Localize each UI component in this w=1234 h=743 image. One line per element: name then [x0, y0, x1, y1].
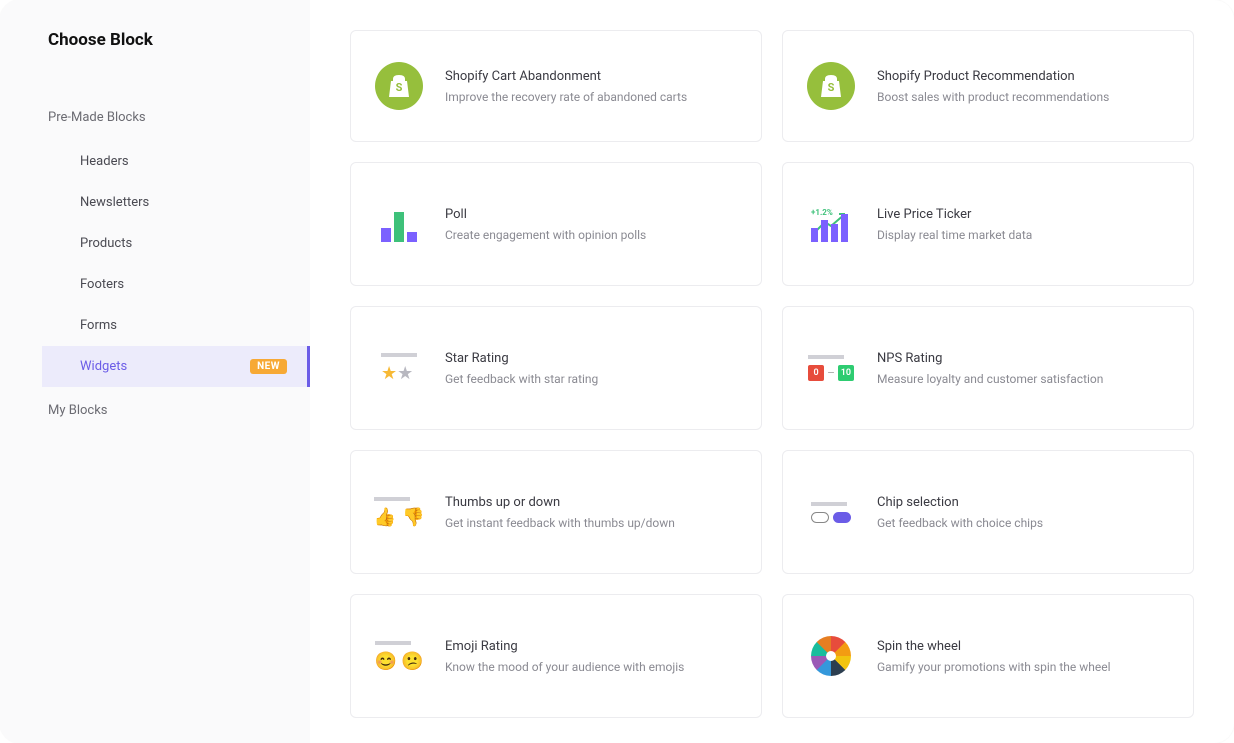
shopify-icon: S: [375, 62, 423, 110]
svg-text:S: S: [396, 81, 403, 94]
card-text: Thumbs up or down Get instant feedback w…: [445, 495, 737, 530]
card-desc: Gamify your promotions with spin the whe…: [877, 660, 1169, 674]
sidebar-item-products[interactable]: Products: [0, 223, 310, 264]
sidebar-section-premade[interactable]: Pre-Made Blocks: [0, 100, 310, 135]
widget-card-poll[interactable]: Poll Create engagement with opinion poll…: [350, 162, 762, 286]
sidebar-item-forms[interactable]: Forms: [0, 305, 310, 346]
widget-card-shopify-rec[interactable]: S Shopify Product Recommendation Boost s…: [782, 30, 1194, 142]
thumbs-icon: 👍 👎: [375, 488, 423, 536]
chip-filled-icon: [833, 512, 851, 523]
card-text: Shopify Cart Abandonment Improve the rec…: [445, 69, 737, 104]
card-desc: Boost sales with product recommendations: [877, 90, 1169, 104]
card-title: Spin the wheel: [877, 639, 1169, 654]
main-content: S Shopify Cart Abandonment Improve the r…: [310, 0, 1234, 743]
nps-icon: 0 – 10: [807, 344, 855, 392]
card-text: NPS Rating Measure loyalty and customer …: [877, 351, 1169, 386]
card-text: Emoji Rating Know the mood of your audie…: [445, 639, 737, 674]
card-desc: Get feedback with choice chips: [877, 516, 1169, 530]
nps-low-box: 0: [808, 365, 824, 381]
spin-wheel-icon: [807, 632, 855, 680]
shopify-bag-icon: S: [819, 73, 843, 99]
sidebar-item-label: Footers: [80, 277, 124, 292]
sidebar-item-newsletters[interactable]: Newsletters: [0, 182, 310, 223]
emoji-sad-icon: 😕: [401, 651, 423, 672]
sidebar-items: Headers Newsletters Products Footers For…: [0, 141, 310, 387]
sidebar-item-widgets[interactable]: Widgets NEW: [42, 346, 310, 387]
widget-card-nps[interactable]: 0 – 10 NPS Rating Measure loyalty and cu…: [782, 306, 1194, 430]
card-desc: Get instant feedback with thumbs up/down: [445, 516, 737, 530]
nps-dash: –: [827, 366, 835, 380]
sidebar-section-myblocks[interactable]: My Blocks: [0, 393, 310, 428]
shopify-icon: S: [807, 62, 855, 110]
card-title: Poll: [445, 207, 737, 222]
sidebar-item-label: Headers: [80, 154, 129, 169]
sidebar-item-label: Forms: [80, 318, 117, 333]
sidebar-item-label: Newsletters: [80, 195, 149, 210]
card-desc: Create engagement with opinion polls: [445, 228, 737, 242]
widget-card-thumbs[interactable]: 👍 👎 Thumbs up or down Get instant feedba…: [350, 450, 762, 574]
thumbs-up-icon: 👍: [374, 507, 396, 528]
star-filled-icon: ★: [381, 363, 397, 384]
lines-icon: [374, 497, 410, 501]
svg-text:S: S: [828, 81, 835, 94]
card-desc: Measure loyalty and customer satisfactio…: [877, 372, 1169, 386]
badge-new: NEW: [250, 359, 287, 374]
sidebar-item-footers[interactable]: Footers: [0, 264, 310, 305]
sidebar-item-label: Products: [80, 236, 132, 251]
card-text: Live Price Ticker Display real time mark…: [877, 207, 1169, 242]
chip-icon: [807, 488, 855, 536]
lines-icon: [808, 355, 844, 359]
card-text: Chip selection Get feedback with choice …: [877, 495, 1169, 530]
card-title: Shopify Product Recommendation: [877, 69, 1169, 84]
lines-icon: [375, 641, 411, 645]
card-desc: Display real time market data: [877, 228, 1169, 242]
star-rating-icon: ★★: [375, 344, 423, 392]
emoji-rating-icon: 😊 😕: [375, 632, 423, 680]
card-desc: Know the mood of your audience with emoj…: [445, 660, 737, 674]
widget-card-ticker[interactable]: +1.2% Live Price Ticker Display real tim…: [782, 162, 1194, 286]
sidebar-title: Choose Block: [0, 30, 310, 50]
card-title: Emoji Rating: [445, 639, 737, 654]
card-text: Shopify Product Recommendation Boost sal…: [877, 69, 1169, 104]
card-title: Live Price Ticker: [877, 207, 1169, 222]
poll-icon: [375, 200, 423, 248]
widget-card-shopify-cart[interactable]: S Shopify Cart Abandonment Improve the r…: [350, 30, 762, 142]
widget-card-wheel[interactable]: Spin the wheel Gamify your promotions wi…: [782, 594, 1194, 718]
card-desc: Improve the recovery rate of abandoned c…: [445, 90, 737, 104]
card-desc: Get feedback with star rating: [445, 372, 737, 386]
card-text: Star Rating Get feedback with star ratin…: [445, 351, 737, 386]
star-empty-icon: ★: [397, 363, 413, 384]
sidebar: Choose Block Pre-Made Blocks Headers New…: [0, 0, 310, 743]
widget-card-emoji[interactable]: 😊 😕 Emoji Rating Know the mood of your a…: [350, 594, 762, 718]
sidebar-item-headers[interactable]: Headers: [0, 141, 310, 182]
lines-icon: [381, 353, 417, 357]
card-text: Poll Create engagement with opinion poll…: [445, 207, 737, 242]
card-title: Thumbs up or down: [445, 495, 737, 510]
lines-icon: [811, 502, 847, 506]
card-title: Star Rating: [445, 351, 737, 366]
emoji-happy-icon: 😊: [375, 651, 397, 672]
widget-grid: S Shopify Cart Abandonment Improve the r…: [350, 30, 1194, 718]
ticker-icon: +1.2%: [807, 200, 855, 248]
widget-card-star[interactable]: ★★ Star Rating Get feedback with star ra…: [350, 306, 762, 430]
app-frame: Choose Block Pre-Made Blocks Headers New…: [0, 0, 1234, 743]
thumbs-down-icon: 👎: [402, 507, 424, 528]
shopify-bag-icon: S: [387, 73, 411, 99]
nps-high-box: 10: [838, 365, 854, 381]
card-title: Shopify Cart Abandonment: [445, 69, 737, 84]
card-title: Chip selection: [877, 495, 1169, 510]
widget-card-chip[interactable]: Chip selection Get feedback with choice …: [782, 450, 1194, 574]
chip-outline-icon: [811, 512, 829, 523]
sidebar-item-label: Widgets: [80, 359, 127, 374]
card-text: Spin the wheel Gamify your promotions wi…: [877, 639, 1169, 674]
card-title: NPS Rating: [877, 351, 1169, 366]
